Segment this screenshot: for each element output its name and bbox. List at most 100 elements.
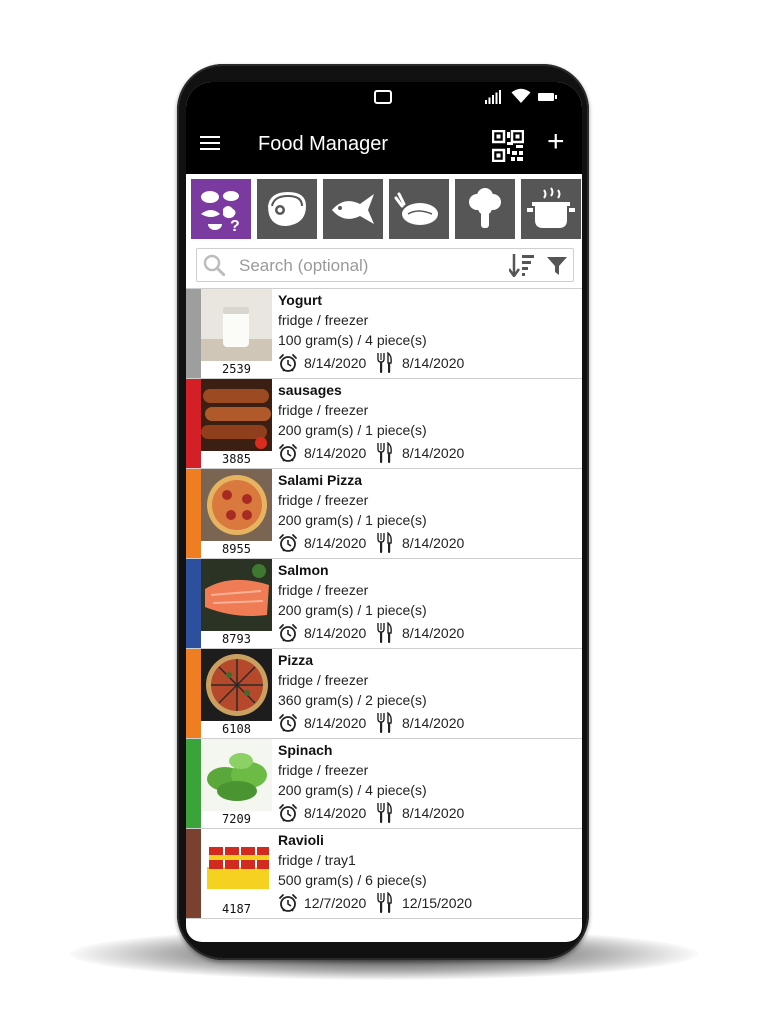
status-bar xyxy=(186,82,582,118)
app-screen: Food Manager + ? Search (optional) 2539 … xyxy=(186,82,582,942)
food-thumbnail: 4187 xyxy=(201,829,272,918)
item-quantity: 200 gram(s) / 1 piece(s) xyxy=(278,422,427,438)
wifi-icon xyxy=(511,88,531,103)
app-toolbar: Food Manager + xyxy=(186,118,582,174)
item-location: fridge / tray1 xyxy=(278,852,356,868)
food-thumbnail: 8793 xyxy=(201,559,272,648)
category-color-strip xyxy=(186,649,201,738)
food-thumbnail: 3885 xyxy=(201,379,272,468)
mixed-food-icon: ? xyxy=(201,191,240,234)
eat-by-date: 8/14/2020 xyxy=(402,805,465,821)
filter-icon[interactable] xyxy=(546,255,568,277)
category-cooked[interactable] xyxy=(521,179,581,239)
food-item-row[interactable]: 6108 Pizza fridge / freezer 360 gram(s) … xyxy=(186,649,582,739)
qr-code-icon[interactable] xyxy=(492,130,524,162)
food-item-row[interactable]: 8793 Salmon fridge / freezer 200 gram(s)… xyxy=(186,559,582,649)
cooking-pot-icon xyxy=(527,187,575,228)
food-photo xyxy=(201,649,272,721)
search-input[interactable] xyxy=(237,253,491,279)
category-color-strip xyxy=(186,289,201,378)
app-title: Food Manager xyxy=(258,133,389,155)
category-poultry[interactable] xyxy=(389,179,449,239)
search-bar xyxy=(196,248,574,282)
item-code: 4187 xyxy=(201,901,272,918)
category-fish[interactable] xyxy=(323,179,383,239)
item-quantity: 500 gram(s) / 6 piece(s) xyxy=(278,872,427,888)
item-code: 7209 xyxy=(201,811,272,828)
food-photo xyxy=(201,289,272,361)
poultry-icon xyxy=(394,192,438,225)
item-code: 6108 xyxy=(201,721,272,738)
food-item-row[interactable]: 7209 Spinach fridge / freezer 200 gram(s… xyxy=(186,739,582,829)
alarm-clock-icon xyxy=(279,714,297,732)
food-item-list: 2539 Yogurt fridge / freezer 100 gram(s)… xyxy=(186,288,582,919)
category-vegetables[interactable] xyxy=(455,179,515,239)
category-meat[interactable] xyxy=(257,179,317,239)
alarm-date: 8/14/2020 xyxy=(304,535,367,551)
sort-icon[interactable] xyxy=(509,253,535,277)
alarm-clock-icon xyxy=(279,444,297,462)
food-thumbnail: 6108 xyxy=(201,649,272,738)
food-item-row[interactable]: 3885 sausages fridge / freezer 200 gram(… xyxy=(186,379,582,469)
item-name: Yogurt xyxy=(278,292,323,308)
alarm-date: 8/14/2020 xyxy=(304,355,367,371)
category-color-strip xyxy=(186,379,201,468)
item-code: 2539 xyxy=(201,361,272,378)
food-item-row[interactable]: 8955 Salami Pizza fridge / freezer 200 g… xyxy=(186,469,582,559)
item-location: fridge / freezer xyxy=(278,492,369,508)
food-thumbnail: 2539 xyxy=(201,289,272,378)
eat-by-date: 12/15/2020 xyxy=(402,895,473,911)
item-name: Salami Pizza xyxy=(278,472,363,488)
eat-by-date: 8/14/2020 xyxy=(402,715,465,731)
cutlery-icon xyxy=(377,352,392,373)
alarm-date: 8/14/2020 xyxy=(304,445,367,461)
food-thumbnail: 8955 xyxy=(201,469,272,558)
cutlery-icon xyxy=(377,802,392,823)
cutlery-icon xyxy=(377,892,392,913)
item-location: fridge / freezer xyxy=(278,312,369,328)
category-color-strip xyxy=(186,739,201,828)
alarm-clock-icon xyxy=(279,354,297,372)
food-thumbnail: 7209 xyxy=(201,739,272,828)
food-item-row[interactable]: 4187 Ravioli fridge / tray1 500 gram(s) … xyxy=(186,829,582,919)
alarm-date: 8/14/2020 xyxy=(304,625,367,641)
eat-by-date: 8/14/2020 xyxy=(402,445,465,461)
item-code: 8793 xyxy=(201,631,272,648)
food-photo xyxy=(201,739,272,811)
add-item-button[interactable]: + xyxy=(547,127,565,157)
search-icon xyxy=(203,254,225,276)
cutlery-icon xyxy=(377,442,392,463)
eat-by-date: 8/14/2020 xyxy=(402,625,465,641)
food-item-row[interactable]: 2539 Yogurt fridge / freezer 100 gram(s)… xyxy=(186,288,582,379)
category-color-strip xyxy=(186,559,201,648)
item-name: Ravioli xyxy=(278,832,324,848)
item-quantity: 200 gram(s) / 1 piece(s) xyxy=(278,512,427,528)
item-location: fridge / freezer xyxy=(278,582,369,598)
meat-steak-icon xyxy=(268,192,306,226)
battery-icon xyxy=(538,93,557,101)
item-quantity: 200 gram(s) / 4 piece(s) xyxy=(278,782,427,798)
vegetable-broccoli-icon xyxy=(469,188,501,228)
alarm-clock-icon xyxy=(279,894,297,912)
item-name: sausages xyxy=(278,382,342,398)
category-bar: ? xyxy=(186,174,582,244)
eat-by-date: 8/14/2020 xyxy=(402,355,465,371)
alarm-clock-icon xyxy=(279,804,297,822)
cutlery-icon xyxy=(377,622,392,643)
category-all[interactable]: ? xyxy=(191,179,251,239)
item-location: fridge / freezer xyxy=(278,672,369,688)
signal-icon xyxy=(485,90,501,104)
category-color-strip xyxy=(186,829,201,918)
alarm-clock-icon xyxy=(279,624,297,642)
item-quantity: 360 gram(s) / 2 piece(s) xyxy=(278,692,427,708)
food-photo xyxy=(201,559,272,631)
cutlery-icon xyxy=(377,712,392,733)
item-code: 8955 xyxy=(201,541,272,558)
menu-icon[interactable] xyxy=(200,136,222,154)
category-color-strip xyxy=(186,469,201,558)
food-photo xyxy=(201,469,272,541)
item-quantity: 100 gram(s) / 4 piece(s) xyxy=(278,332,427,348)
svg-text:?: ? xyxy=(230,218,240,234)
alarm-date: 8/14/2020 xyxy=(304,805,367,821)
food-photo xyxy=(201,379,272,451)
